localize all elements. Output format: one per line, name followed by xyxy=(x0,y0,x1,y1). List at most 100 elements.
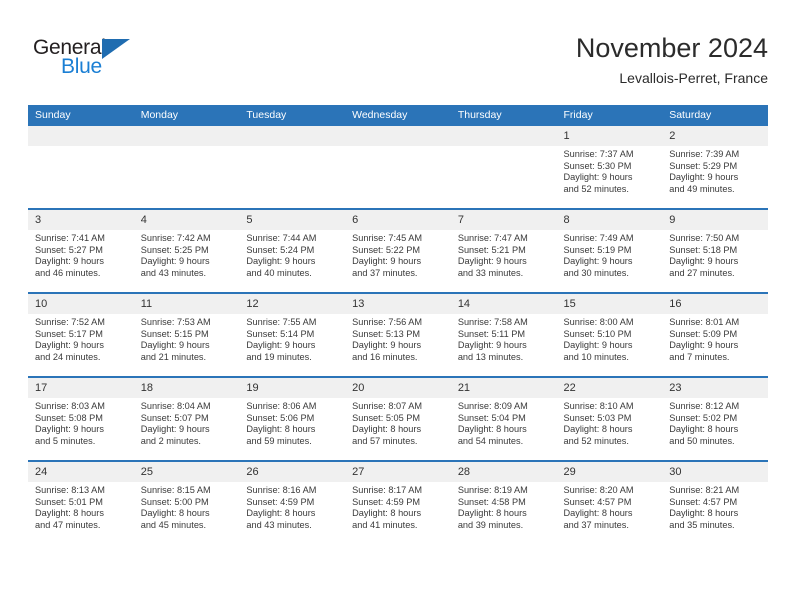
day-cell[interactable]: 9 Sunrise: 7:50 AM Sunset: 5:18 PM Dayli… xyxy=(662,208,768,293)
day-cell[interactable]: 20 Sunrise: 8:07 AM Sunset: 5:05 PM Dayl… xyxy=(345,376,451,461)
day-cell[interactable]: 4 Sunrise: 7:42 AM Sunset: 5:25 PM Dayli… xyxy=(133,208,240,293)
sunrise-text: Sunrise: 8:15 AM xyxy=(140,485,211,495)
daylight-text-line2: and 52 minutes. xyxy=(563,435,629,446)
daylight-text-line2: and 49 minutes. xyxy=(669,183,735,194)
daylight-text-line1: Daylight: 9 hours xyxy=(35,340,104,351)
daylight-text-line2: and 46 minutes. xyxy=(35,267,101,278)
day-cell[interactable]: 10 Sunrise: 7:52 AM Sunset: 5:17 PM Dayl… xyxy=(28,292,134,377)
day-number: 11 xyxy=(133,294,240,314)
day-cell[interactable]: 28 Sunrise: 8:19 AM Sunset: 4:58 PM Dayl… xyxy=(450,460,557,544)
daylight-text-line1: Daylight: 9 hours xyxy=(352,256,422,267)
daylight-text-line1: Daylight: 9 hours xyxy=(669,256,739,267)
daylight-text-line1: Daylight: 9 hours xyxy=(352,340,422,351)
day-details: Sunrise: 7:58 AM Sunset: 5:11 PM Dayligh… xyxy=(451,314,557,363)
day-cell[interactable] xyxy=(450,126,557,209)
day-number: 25 xyxy=(133,462,240,482)
day-details: Sunrise: 8:04 AM Sunset: 5:07 PM Dayligh… xyxy=(134,398,240,447)
daylight-text-line1: Daylight: 9 hours xyxy=(35,424,104,435)
day-cell[interactable]: 26 Sunrise: 8:16 AM Sunset: 4:59 PM Dayl… xyxy=(239,460,346,544)
day-cell[interactable]: 22 Sunrise: 8:10 AM Sunset: 5:03 PM Dayl… xyxy=(556,376,663,461)
weekday-header-friday: Friday xyxy=(556,105,663,126)
day-cell[interactable] xyxy=(28,126,134,209)
daylight-text-line1: Daylight: 9 hours xyxy=(140,256,210,267)
sunset-text: Sunset: 5:13 PM xyxy=(352,328,421,339)
day-cell[interactable]: 5 Sunrise: 7:44 AM Sunset: 5:24 PM Dayli… xyxy=(239,208,346,293)
sunrise-text: Sunrise: 8:19 AM xyxy=(457,485,528,495)
day-cell[interactable]: 12 Sunrise: 7:55 AM Sunset: 5:14 PM Dayl… xyxy=(239,292,346,377)
day-cell[interactable]: 15 Sunrise: 8:00 AM Sunset: 5:10 PM Dayl… xyxy=(556,292,663,377)
day-cell[interactable]: 27 Sunrise: 8:17 AM Sunset: 4:59 PM Dayl… xyxy=(345,460,451,544)
sunrise-text: Sunrise: 8:10 AM xyxy=(563,401,634,411)
day-number: 18 xyxy=(133,378,240,398)
sunset-text: Sunset: 5:24 PM xyxy=(246,244,315,255)
sunrise-text: Sunrise: 7:39 AM xyxy=(669,149,740,159)
daylight-text-line1: Daylight: 9 hours xyxy=(563,256,633,267)
day-cell[interactable] xyxy=(133,126,240,209)
day-details: Sunrise: 7:52 AM Sunset: 5:17 PM Dayligh… xyxy=(28,314,134,363)
day-number: 3 xyxy=(28,210,134,230)
day-number: 5 xyxy=(239,210,346,230)
day-number: 20 xyxy=(345,378,451,398)
weekday-header-wednesday: Wednesday xyxy=(345,105,451,126)
daylight-text-line2: and 52 minutes. xyxy=(563,183,629,194)
day-details: Sunrise: 7:53 AM Sunset: 5:15 PM Dayligh… xyxy=(134,314,240,363)
day-cell[interactable] xyxy=(345,126,451,209)
daylight-text-line2: and 5 minutes. xyxy=(35,435,96,446)
day-number: 12 xyxy=(239,294,346,314)
day-cell[interactable]: 29 Sunrise: 8:20 AM Sunset: 4:57 PM Dayl… xyxy=(556,460,663,544)
sunrise-text: Sunrise: 7:53 AM xyxy=(140,317,211,327)
day-details: Sunrise: 8:17 AM Sunset: 4:59 PM Dayligh… xyxy=(345,482,451,531)
day-cell[interactable]: 17 Sunrise: 8:03 AM Sunset: 5:08 PM Dayl… xyxy=(28,376,134,461)
day-cell[interactable]: 3 Sunrise: 7:41 AM Sunset: 5:27 PM Dayli… xyxy=(28,208,134,293)
daylight-text-line1: Daylight: 8 hours xyxy=(669,508,739,519)
sunrise-text: Sunrise: 7:44 AM xyxy=(246,233,317,243)
sunset-text: Sunset: 5:25 PM xyxy=(140,244,209,255)
calendar-week-row: 17 Sunrise: 8:03 AM Sunset: 5:08 PM Dayl… xyxy=(28,376,768,461)
day-details: Sunrise: 8:10 AM Sunset: 5:03 PM Dayligh… xyxy=(557,398,663,447)
daylight-text-line2: and 19 minutes. xyxy=(246,351,312,362)
day-details: Sunrise: 7:49 AM Sunset: 5:19 PM Dayligh… xyxy=(557,230,663,279)
day-cell[interactable]: 7 Sunrise: 7:47 AM Sunset: 5:21 PM Dayli… xyxy=(450,208,557,293)
day-cell[interactable] xyxy=(239,126,346,209)
day-number: 16 xyxy=(662,294,768,314)
day-details: Sunrise: 8:09 AM Sunset: 5:04 PM Dayligh… xyxy=(451,398,557,447)
sunset-text: Sunset: 4:59 PM xyxy=(352,496,421,507)
day-details: Sunrise: 8:16 AM Sunset: 4:59 PM Dayligh… xyxy=(239,482,345,531)
sunset-text: Sunset: 5:08 PM xyxy=(35,412,103,423)
day-cell[interactable]: 13 Sunrise: 7:56 AM Sunset: 5:13 PM Dayl… xyxy=(345,292,451,377)
page-header: General Blue November 2024 Levallois-Per… xyxy=(0,0,792,104)
sunset-text: Sunset: 5:10 PM xyxy=(563,328,632,339)
sunset-text: Sunset: 5:30 PM xyxy=(563,160,632,171)
day-number: 1 xyxy=(556,126,663,146)
day-cell[interactable]: 8 Sunrise: 7:49 AM Sunset: 5:19 PM Dayli… xyxy=(556,208,663,293)
daylight-text-line2: and 16 minutes. xyxy=(352,351,418,362)
day-cell[interactable]: 16 Sunrise: 8:01 AM Sunset: 5:09 PM Dayl… xyxy=(662,292,768,377)
day-cell[interactable]: 25 Sunrise: 8:15 AM Sunset: 5:00 PM Dayl… xyxy=(133,460,240,544)
day-details xyxy=(134,146,240,149)
sunset-text: Sunset: 5:11 PM xyxy=(457,328,526,339)
day-cell[interactable]: 18 Sunrise: 8:04 AM Sunset: 5:07 PM Dayl… xyxy=(133,376,240,461)
day-cell[interactable]: 24 Sunrise: 8:13 AM Sunset: 5:01 PM Dayl… xyxy=(28,460,134,544)
daylight-text-line1: Daylight: 9 hours xyxy=(140,340,210,351)
sunrise-text: Sunrise: 7:58 AM xyxy=(457,317,528,327)
day-cell[interactable]: 21 Sunrise: 8:09 AM Sunset: 5:04 PM Dayl… xyxy=(450,376,557,461)
sunrise-text: Sunrise: 8:01 AM xyxy=(669,317,740,327)
day-cell[interactable]: 30 Sunrise: 8:21 AM Sunset: 4:57 PM Dayl… xyxy=(662,460,768,544)
day-cell[interactable]: 2 Sunrise: 7:39 AM Sunset: 5:29 PM Dayli… xyxy=(662,126,768,209)
daylight-text-line2: and 7 minutes. xyxy=(669,351,730,362)
day-details: Sunrise: 7:41 AM Sunset: 5:27 PM Dayligh… xyxy=(28,230,134,279)
day-cell[interactable]: 19 Sunrise: 8:06 AM Sunset: 5:06 PM Dayl… xyxy=(239,376,346,461)
sunrise-text: Sunrise: 7:49 AM xyxy=(563,233,634,243)
day-cell[interactable]: 23 Sunrise: 8:12 AM Sunset: 5:02 PM Dayl… xyxy=(662,376,768,461)
sunrise-text: Sunrise: 8:21 AM xyxy=(669,485,740,495)
daylight-text-line2: and 21 minutes. xyxy=(140,351,207,362)
sunrise-text: Sunrise: 8:07 AM xyxy=(352,401,423,411)
calendar-week-row: 24 Sunrise: 8:13 AM Sunset: 5:01 PM Dayl… xyxy=(28,460,768,544)
day-cell[interactable]: 1 Sunrise: 7:37 AM Sunset: 5:30 PM Dayli… xyxy=(556,126,663,209)
day-details: Sunrise: 8:03 AM Sunset: 5:08 PM Dayligh… xyxy=(28,398,134,447)
day-cell[interactable]: 6 Sunrise: 7:45 AM Sunset: 5:22 PM Dayli… xyxy=(345,208,451,293)
day-details: Sunrise: 8:06 AM Sunset: 5:06 PM Dayligh… xyxy=(239,398,345,447)
day-cell[interactable]: 11 Sunrise: 7:53 AM Sunset: 5:15 PM Dayl… xyxy=(133,292,240,377)
sunrise-text: Sunrise: 8:16 AM xyxy=(246,485,317,495)
day-cell[interactable]: 14 Sunrise: 7:58 AM Sunset: 5:11 PM Dayl… xyxy=(450,292,557,377)
